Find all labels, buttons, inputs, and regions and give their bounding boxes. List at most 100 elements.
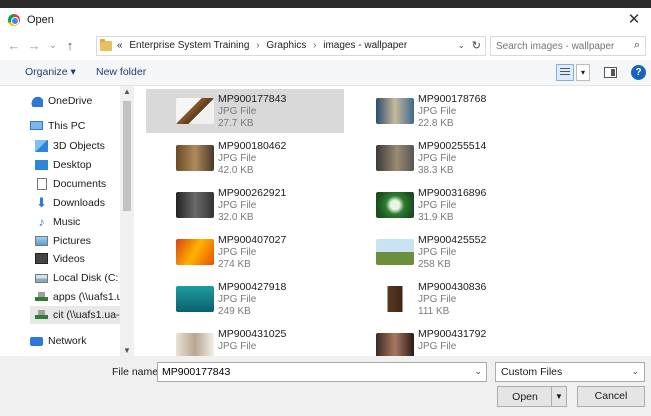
nav-item-label: Music bbox=[53, 216, 81, 228]
onedrive-icon bbox=[30, 95, 43, 107]
file-item[interactable]: MP900177843 JPG File 27.7 KB bbox=[146, 89, 344, 133]
breadcrumb-overflow[interactable]: « bbox=[117, 40, 123, 51]
nav-item-apps-drive[interactable]: apps (\\uafs1.ua bbox=[35, 288, 120, 306]
breadcrumb-item[interactable]: Enterprise System Training bbox=[129, 40, 249, 51]
nav-item-videos[interactable]: Videos bbox=[35, 250, 119, 268]
nav-item-documents[interactable]: Documents bbox=[35, 175, 119, 193]
organize-menu[interactable]: Organize ▾ bbox=[25, 66, 76, 78]
file-type: JPG File bbox=[418, 200, 457, 211]
file-list: MP900177843 JPG File 27.7 KB MP900178768… bbox=[136, 86, 651, 356]
file-type: JPG File bbox=[418, 341, 457, 352]
forward-arrow-icon[interactable]: → bbox=[26, 37, 42, 55]
nav-item-cit-drive[interactable]: cit (\\uafs1.ua-n bbox=[30, 306, 120, 324]
open-button[interactable]: Open ▼ bbox=[497, 386, 567, 407]
new-folder-button[interactable]: New folder bbox=[96, 66, 146, 78]
recent-locations-icon[interactable]: ⌄ bbox=[45, 37, 61, 55]
file-type: JPG File bbox=[218, 106, 257, 117]
file-name: MP900262921 bbox=[218, 187, 287, 199]
file-type-value: Custom Files bbox=[501, 366, 563, 378]
file-name: MP900255514 bbox=[418, 140, 487, 152]
chevron-down-icon[interactable]: ⌄ bbox=[457, 40, 465, 51]
image-thumbnail bbox=[376, 145, 414, 171]
file-item[interactable]: MP900431025 JPG File bbox=[146, 324, 344, 356]
open-options-dropdown[interactable]: ▼ bbox=[551, 387, 566, 406]
file-item[interactable]: MP900407027 JPG File 274 KB bbox=[146, 230, 344, 274]
image-thumbnail bbox=[176, 239, 214, 265]
search-box[interactable]: ⌕ bbox=[490, 36, 646, 56]
nav-item-network[interactable]: Network bbox=[30, 332, 118, 350]
file-type: JPG File bbox=[218, 294, 257, 305]
nav-item-downloads[interactable]: ⬇ Downloads bbox=[35, 194, 119, 212]
nav-item-label: Documents bbox=[53, 178, 107, 190]
nav-item-music[interactable]: ♪ Music bbox=[35, 213, 119, 231]
file-name: MP900427918 bbox=[218, 281, 287, 293]
file-item[interactable]: MP900178768 JPG File 22.8 KB bbox=[346, 89, 544, 133]
videos-icon bbox=[35, 253, 48, 264]
file-name-combobox[interactable]: ⌄ bbox=[157, 362, 487, 382]
title-bar: Open ✕ bbox=[0, 8, 651, 32]
nav-item-label: 3D Objects bbox=[53, 140, 105, 152]
nav-item-local-disk[interactable]: Local Disk (C:) bbox=[35, 269, 119, 287]
navigation-pane: OneDrive This PC 3D Objects Desktop Docu… bbox=[0, 86, 134, 356]
image-thumbnail bbox=[176, 98, 214, 124]
file-type: JPG File bbox=[218, 247, 257, 258]
file-item[interactable]: MP900316896 JPG File 31.9 KB bbox=[346, 183, 544, 227]
file-size: 274 KB bbox=[218, 259, 251, 270]
search-input[interactable] bbox=[496, 39, 621, 53]
file-name: MP900430836 bbox=[418, 281, 487, 293]
image-thumbnail bbox=[376, 98, 414, 124]
file-size: 249 KB bbox=[218, 306, 251, 317]
scroll-up-icon[interactable]: ▲ bbox=[123, 87, 131, 96]
back-arrow-icon[interactable]: ← bbox=[6, 37, 22, 55]
nav-item-label: Pictures bbox=[53, 235, 91, 247]
file-name: MP900425552 bbox=[418, 234, 487, 246]
network-drive-icon bbox=[35, 292, 48, 301]
help-icon[interactable]: ? bbox=[631, 65, 646, 80]
breadcrumb[interactable]: « Enterprise System Training › Graphics … bbox=[96, 36, 486, 56]
file-item[interactable]: MP900180462 JPG File 42.0 KB bbox=[146, 136, 344, 180]
scrollbar-thumb[interactable] bbox=[123, 101, 131, 211]
preview-pane-icon[interactable] bbox=[604, 67, 617, 78]
file-item[interactable]: MP900431792 JPG File bbox=[346, 324, 544, 356]
image-thumbnail bbox=[176, 145, 214, 171]
view-mode-button[interactable] bbox=[556, 64, 574, 81]
folder-icon bbox=[100, 39, 112, 51]
breadcrumb-item[interactable]: Graphics bbox=[266, 40, 306, 51]
navigation-scrollbar[interactable]: ▲ ▼ bbox=[120, 86, 134, 356]
desktop-icon bbox=[35, 160, 48, 170]
image-thumbnail bbox=[376, 286, 414, 312]
close-icon[interactable]: ✕ bbox=[623, 10, 645, 30]
nav-item-onedrive[interactable]: OneDrive bbox=[30, 92, 118, 110]
file-name-input[interactable] bbox=[162, 365, 462, 379]
file-item[interactable]: MP900255514 JPG File 38.3 KB bbox=[346, 136, 544, 180]
open-button-label: Open bbox=[512, 391, 538, 403]
refresh-icon[interactable]: ↻ bbox=[472, 39, 481, 52]
music-icon: ♪ bbox=[38, 215, 45, 229]
file-item[interactable]: MP900427918 JPG File 249 KB bbox=[146, 277, 344, 321]
nav-item-this-pc[interactable]: This PC bbox=[30, 117, 118, 135]
cancel-button[interactable]: Cancel bbox=[577, 386, 645, 407]
file-name: MP900180462 bbox=[218, 140, 287, 152]
pictures-icon bbox=[35, 236, 48, 246]
file-item[interactable]: MP900430836 JPG File 111 KB bbox=[346, 277, 544, 321]
breadcrumb-item[interactable]: images - wallpaper bbox=[323, 40, 407, 51]
file-size: 111 KB bbox=[418, 306, 450, 317]
file-name: MP900431025 bbox=[218, 328, 287, 340]
nav-item-pictures[interactable]: Pictures bbox=[35, 232, 119, 250]
file-item[interactable]: MP900262921 JPG File 32.0 KB bbox=[146, 183, 344, 227]
up-folder-icon[interactable]: ↑ bbox=[62, 37, 78, 55]
file-name: MP900431792 bbox=[418, 328, 487, 340]
file-type: JPG File bbox=[218, 200, 257, 211]
nav-item-desktop[interactable]: Desktop bbox=[35, 156, 119, 174]
nav-item-3d-objects[interactable]: 3D Objects bbox=[35, 137, 119, 155]
chevron-down-icon[interactable]: ⌄ bbox=[474, 366, 482, 377]
top-edge-bar bbox=[0, 0, 651, 8]
nav-item-label: Videos bbox=[53, 253, 85, 265]
file-item[interactable]: MP900425552 JPG File 258 KB bbox=[346, 230, 544, 274]
search-icon[interactable]: ⌕ bbox=[634, 39, 640, 52]
file-type-select[interactable]: Custom Files ⌄ bbox=[495, 362, 645, 382]
view-dropdown-button[interactable]: ▾ bbox=[576, 64, 590, 81]
chevron-down-icon[interactable]: ⌄ bbox=[631, 366, 639, 377]
downloads-icon: ⬇ bbox=[36, 195, 47, 210]
scroll-down-icon[interactable]: ▼ bbox=[123, 346, 131, 355]
